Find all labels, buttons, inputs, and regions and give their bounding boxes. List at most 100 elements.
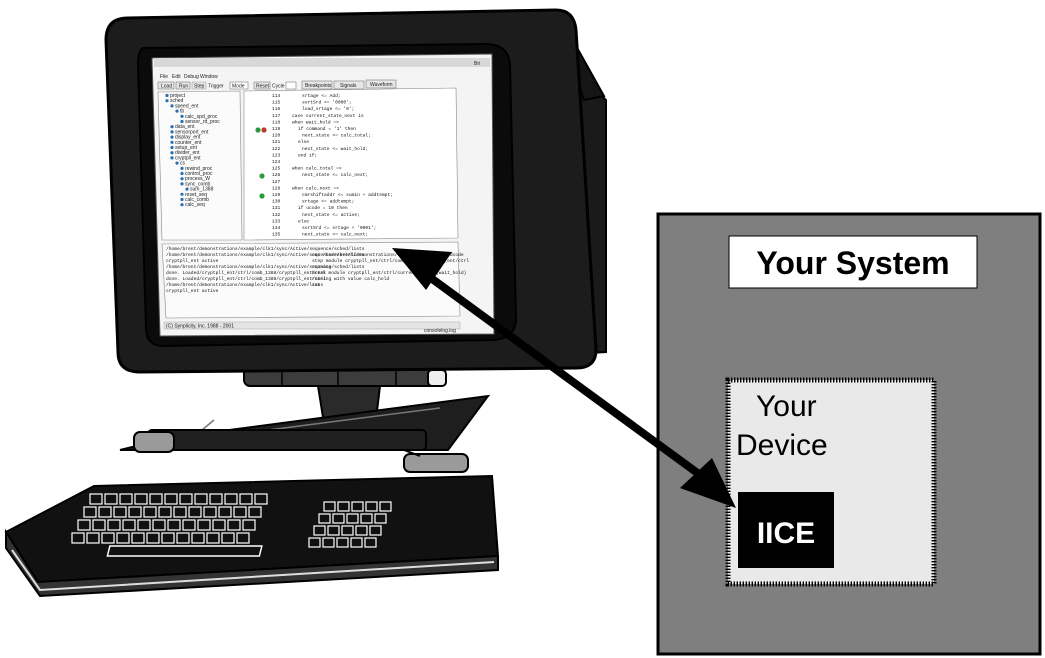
line-number: 120: [272, 133, 281, 139]
console-line: done. Loaded/cryptpll_ent/ctrl/comb_1388…: [166, 270, 326, 276]
code-line: srtage <= Add;: [302, 93, 341, 99]
tree-node-icon: [175, 161, 179, 165]
line-number: 123: [272, 152, 281, 158]
code-line: when calc_total =>: [292, 166, 342, 172]
tree-node-icon: [170, 151, 174, 155]
code-line: if command = '1' then: [298, 126, 356, 132]
console-line: cryptpll_ent active: [166, 288, 219, 294]
line-number: 124: [272, 159, 281, 165]
code-line: next_state <= calc_next;: [302, 172, 368, 178]
status-logfile: consolelog.log: [424, 328, 456, 334]
menu-debug[interactable]: Debug: [184, 74, 199, 80]
trigger-label: Trigger: [208, 84, 224, 90]
tree-node-icon: [165, 99, 169, 103]
tree-node-icon: [180, 171, 184, 176]
line-number: 117: [272, 113, 281, 119]
tree-item[interactable]: speed_ent: [175, 103, 199, 109]
tree-node-icon: [170, 156, 174, 160]
window-title: Bri: [474, 61, 480, 67]
waveform-tab-label: Waveform: [370, 82, 393, 88]
line-number: 129: [272, 192, 281, 198]
code-line: else: [298, 218, 309, 224]
reset-button-label: Reset: [256, 84, 270, 90]
line-number: 119: [272, 126, 281, 132]
code-line: srtage <= addtempt;: [302, 199, 354, 205]
tree-node-icon: [170, 125, 174, 129]
line-number: 127: [272, 179, 281, 185]
tree-item[interactable]: tb: [180, 109, 184, 115]
your-device-chip: Your Device IICE: [725, 377, 937, 587]
tree-node-icon: [180, 119, 184, 124]
code-line: next_state <= active;: [302, 212, 360, 218]
tree-node-icon: [170, 145, 174, 150]
console-line: /home/brent/demonstrations/example/clk1/…: [166, 246, 365, 252]
console-line: cryptpll_ent active: [166, 258, 219, 264]
tree-item[interactable]: calc_seq: [185, 202, 205, 208]
code-line: end if;: [298, 152, 317, 158]
tree-node-icon: [180, 197, 184, 202]
line-number: 130: [272, 199, 281, 205]
tree-node-icon: [165, 93, 169, 98]
tree-node-icon: [170, 104, 174, 108]
code-line: next_state <= calc_next;: [302, 232, 368, 238]
menu-file[interactable]: File: [160, 74, 168, 80]
breakpoint-marker[interactable]: [255, 127, 261, 133]
status-copyright: (C) Synplicity, Inc. 1988 - 2001: [166, 324, 234, 330]
breakpoint-marker[interactable]: [259, 193, 265, 199]
console-line: /home/brent/demonstrations/example/clk1/…: [166, 282, 323, 288]
code-line: load_srtage <= '0';: [302, 106, 354, 112]
code-line: else: [298, 139, 309, 145]
console-line: break module cryptpll_ent/ctrl/current_s…: [312, 270, 466, 276]
diagram-canvas: Bri File Edit Debug Window Load Run Step…: [4, 8, 1042, 656]
line-number: 114: [272, 93, 281, 99]
your-device-label-line1: Your: [756, 390, 817, 423]
tree-node-icon: [170, 140, 174, 144]
menu-window[interactable]: Window: [200, 74, 218, 80]
console-line: running: [312, 264, 332, 270]
console-line: done. Loaded/cryptpll_ent/ctrl/comb_1388…: [166, 276, 326, 282]
tree-node-icon: [180, 114, 184, 118]
line-number: 128: [272, 185, 281, 191]
line-number: 116: [272, 106, 281, 112]
code-line: cmrshiftaddr <= sumin + addtempt;: [302, 192, 393, 198]
monitor-stand: [119, 365, 491, 473]
code-line: when calc_next =>: [292, 185, 339, 191]
code-line: if ucode = 10 then: [298, 205, 348, 211]
line-number: 122: [272, 146, 281, 152]
tree-node-icon: [180, 177, 184, 181]
tree-node-icon: [180, 192, 184, 196]
tree-node-icon: [175, 109, 179, 113]
code-line: case current_state_next is: [292, 113, 364, 119]
your-system-label: Your System: [756, 245, 949, 281]
keyboard: [4, 474, 500, 598]
mode-select-label: Mode: [232, 84, 245, 90]
line-number: 132: [272, 212, 281, 218]
line-number: 118: [272, 119, 281, 125]
line-number: 126: [272, 172, 281, 178]
code-line: sortSrd <= srtage + '0001';: [302, 225, 376, 231]
code-line: sortSrd <= '0000';: [302, 100, 352, 106]
run-button-label: Run: [179, 84, 188, 90]
breakpoint-marker[interactable]: [261, 127, 267, 133]
your-device-label-line2: Device: [736, 429, 828, 462]
cycle-stepper[interactable]: [285, 81, 297, 90]
tree-node-icon: [170, 130, 174, 134]
step-button-label: Step: [194, 84, 205, 90]
load-button-label: Load: [161, 84, 172, 90]
line-number: 133: [272, 218, 281, 224]
tree-item[interactable]: cryptpll_ent: [175, 155, 201, 161]
menu-edit[interactable]: Edit: [172, 74, 181, 80]
signals-tab-label: Signals: [340, 83, 357, 89]
code-line: next_state <= wait_hold;: [302, 146, 368, 152]
tree-node-icon: [180, 166, 184, 170]
screen: Bri File Edit Debug Window Load Run Step…: [151, 53, 495, 337]
console-line: running with value calc_hold: [312, 276, 389, 282]
cycle-label: Cycle: [272, 84, 285, 90]
line-number: 125: [272, 166, 281, 172]
line-number: 135: [272, 232, 281, 238]
line-number: 131: [272, 205, 281, 211]
tree-node-icon: [180, 203, 184, 207]
console-line: /home/brent/demonstrations/example/clk1/…: [166, 264, 365, 270]
breakpoint-marker[interactable]: [259, 173, 265, 179]
tree-node-icon: [170, 135, 174, 139]
